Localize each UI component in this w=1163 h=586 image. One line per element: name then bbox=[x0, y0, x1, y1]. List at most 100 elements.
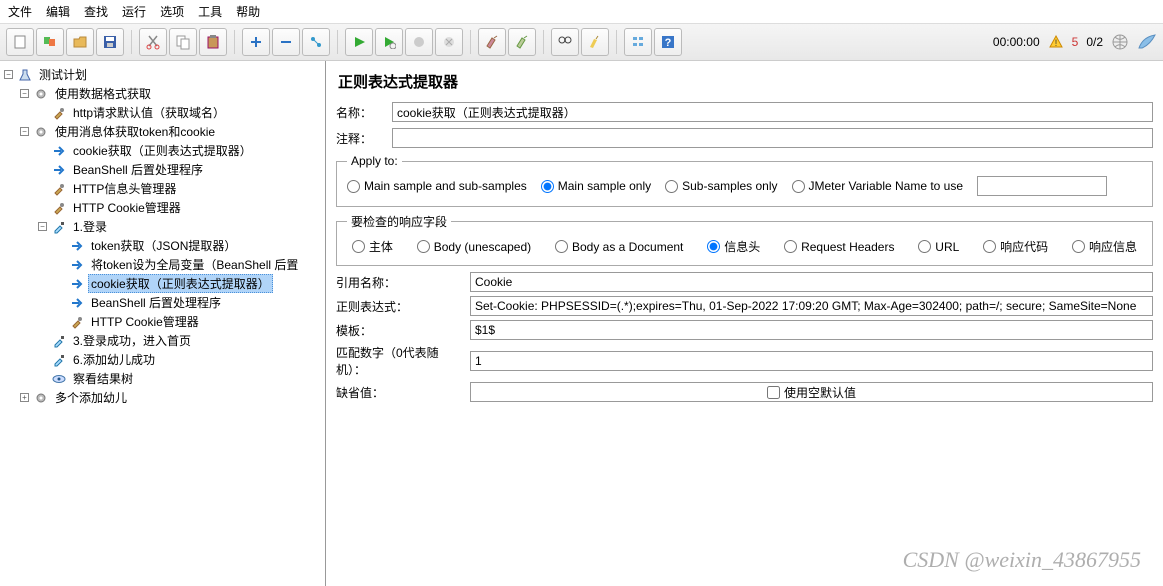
tree-node-label: HTTP Cookie管理器 bbox=[88, 312, 202, 331]
menu-item[interactable]: 编辑 bbox=[46, 3, 70, 20]
open-button[interactable] bbox=[66, 28, 94, 56]
dropper-icon bbox=[51, 219, 67, 235]
tree-node[interactable]: token获取（JSON提取器） bbox=[0, 236, 325, 255]
field-option[interactable]: Body (unescaped) bbox=[417, 240, 531, 254]
field-option[interactable]: 响应代码 bbox=[983, 238, 1048, 255]
tree-toggle-icon[interactable]: − bbox=[20, 89, 29, 98]
tree-node[interactable]: −使用消息体获取token和cookie bbox=[0, 122, 325, 141]
tree-node[interactable]: −使用数据格式获取 bbox=[0, 84, 325, 103]
separator bbox=[337, 30, 338, 54]
field-radio[interactable] bbox=[352, 240, 365, 253]
field-option[interactable]: 主体 bbox=[352, 238, 393, 255]
field-to-check-legend: 要检查的响应字段 bbox=[347, 213, 451, 230]
clear-button[interactable] bbox=[478, 28, 506, 56]
apply-radio[interactable] bbox=[792, 180, 805, 193]
tree-node[interactable]: 将token设为全局变量（BeanShell 后置 bbox=[0, 255, 325, 274]
apply-radio[interactable] bbox=[665, 180, 678, 193]
field-radio[interactable] bbox=[1072, 240, 1085, 253]
tree-toggle-icon[interactable]: − bbox=[4, 70, 13, 79]
name-input[interactable] bbox=[392, 102, 1153, 122]
tree-toggle-icon[interactable]: − bbox=[38, 222, 47, 231]
tree-toggle-icon[interactable]: + bbox=[20, 393, 29, 402]
shutdown-button[interactable] bbox=[435, 28, 463, 56]
field-radio[interactable] bbox=[918, 240, 931, 253]
field-option[interactable]: 响应信息 bbox=[1072, 238, 1137, 255]
thread-count: 0/2 bbox=[1086, 35, 1103, 49]
field-radio[interactable] bbox=[983, 240, 996, 253]
tree-node[interactable]: 察看结果树 bbox=[0, 369, 325, 388]
tree-panel[interactable]: −测试计划−使用数据格式获取http请求默认值（获取域名）−使用消息体获取tok… bbox=[0, 61, 326, 586]
copy-button[interactable] bbox=[169, 28, 197, 56]
match-no-input[interactable] bbox=[470, 351, 1153, 371]
function-helper-button[interactable] bbox=[624, 28, 652, 56]
regex-input[interactable] bbox=[470, 296, 1153, 316]
field-option[interactable]: 信息头 bbox=[707, 238, 760, 255]
field-option[interactable]: Request Headers bbox=[784, 240, 894, 254]
comment-input[interactable] bbox=[392, 128, 1153, 148]
tree-node-label: 将token设为全局变量（BeanShell 后置 bbox=[88, 255, 301, 274]
use-empty-default-checkbox[interactable] bbox=[767, 386, 780, 399]
apply-radio[interactable] bbox=[541, 180, 554, 193]
name-label: 名称： bbox=[336, 104, 386, 121]
menu-item[interactable]: 运行 bbox=[122, 3, 146, 20]
apply-option[interactable]: JMeter Variable Name to use bbox=[792, 179, 964, 193]
search-button[interactable] bbox=[551, 28, 579, 56]
tree-node[interactable]: − 1.登录 bbox=[0, 217, 325, 236]
tree-node[interactable]: cookie获取（正则表达式提取器） bbox=[0, 274, 325, 293]
start-no-pause-button[interactable] bbox=[375, 28, 403, 56]
tree-node[interactable]: HTTP Cookie管理器 bbox=[0, 312, 325, 331]
tree-node[interactable]: cookie获取（正则表达式提取器） bbox=[0, 141, 325, 160]
field-radio[interactable] bbox=[784, 240, 797, 253]
tree-node[interactable]: BeanShell 后置处理程序 bbox=[0, 160, 325, 179]
reset-search-button[interactable] bbox=[581, 28, 609, 56]
templates-button[interactable] bbox=[36, 28, 64, 56]
paste-button[interactable] bbox=[199, 28, 227, 56]
field-option[interactable]: URL bbox=[918, 240, 959, 254]
apply-option[interactable]: Sub-samples only bbox=[665, 179, 777, 193]
use-empty-default-label: 使用空默认值 bbox=[784, 384, 856, 401]
tree-node[interactable]: HTTP信息头管理器 bbox=[0, 179, 325, 198]
tree-node[interactable]: 3.登录成功，进入首页 bbox=[0, 331, 325, 350]
expand-button[interactable] bbox=[242, 28, 270, 56]
start-button[interactable] bbox=[345, 28, 373, 56]
tree-node-label: 6.添加幼儿成功 bbox=[70, 350, 158, 369]
tree-node[interactable]: +多个添加幼儿 bbox=[0, 388, 325, 407]
arrow-icon bbox=[69, 257, 85, 273]
template-input[interactable] bbox=[470, 320, 1153, 340]
menu-item[interactable]: 选项 bbox=[160, 3, 184, 20]
field-radio[interactable] bbox=[417, 240, 430, 253]
field-radio[interactable] bbox=[555, 240, 568, 253]
apply-option[interactable]: Main sample only bbox=[541, 179, 651, 193]
elapsed-time: 00:00:00 bbox=[993, 35, 1040, 49]
collapse-button[interactable] bbox=[272, 28, 300, 56]
field-option[interactable]: Body as a Document bbox=[555, 240, 683, 254]
toggle-button[interactable] bbox=[302, 28, 330, 56]
tree-node-label: 1.登录 bbox=[70, 217, 110, 236]
menu-item[interactable]: 文件 bbox=[8, 3, 32, 20]
tree-node[interactable]: HTTP Cookie管理器 bbox=[0, 198, 325, 217]
clear-all-button[interactable] bbox=[508, 28, 536, 56]
menu-item[interactable]: 工具 bbox=[198, 3, 222, 20]
tree-node-label: 察看结果树 bbox=[70, 369, 136, 388]
new-button[interactable] bbox=[6, 28, 34, 56]
warning-icon[interactable]: ! bbox=[1048, 34, 1064, 50]
stop-button[interactable] bbox=[405, 28, 433, 56]
tree-toggle-icon[interactable]: − bbox=[20, 127, 29, 136]
jmeter-variable-input[interactable] bbox=[977, 176, 1107, 196]
apply-to-legend: Apply to: bbox=[347, 154, 402, 168]
tree-node[interactable]: http请求默认值（获取域名） bbox=[0, 103, 325, 122]
svg-text:!: ! bbox=[1054, 38, 1057, 48]
feather-icon bbox=[1137, 33, 1157, 51]
tree-node[interactable]: −测试计划 bbox=[0, 65, 325, 84]
menu-item[interactable]: 帮助 bbox=[236, 3, 260, 20]
tree-node[interactable]: BeanShell 后置处理程序 bbox=[0, 293, 325, 312]
field-radio[interactable] bbox=[707, 240, 720, 253]
save-button[interactable] bbox=[96, 28, 124, 56]
tree-node[interactable]: 6.添加幼儿成功 bbox=[0, 350, 325, 369]
cut-button[interactable] bbox=[139, 28, 167, 56]
ref-name-input[interactable] bbox=[470, 272, 1153, 292]
apply-radio[interactable] bbox=[347, 180, 360, 193]
menu-item[interactable]: 查找 bbox=[84, 3, 108, 20]
apply-option[interactable]: Main sample and sub-samples bbox=[347, 179, 527, 193]
help-button[interactable]: ? bbox=[654, 28, 682, 56]
